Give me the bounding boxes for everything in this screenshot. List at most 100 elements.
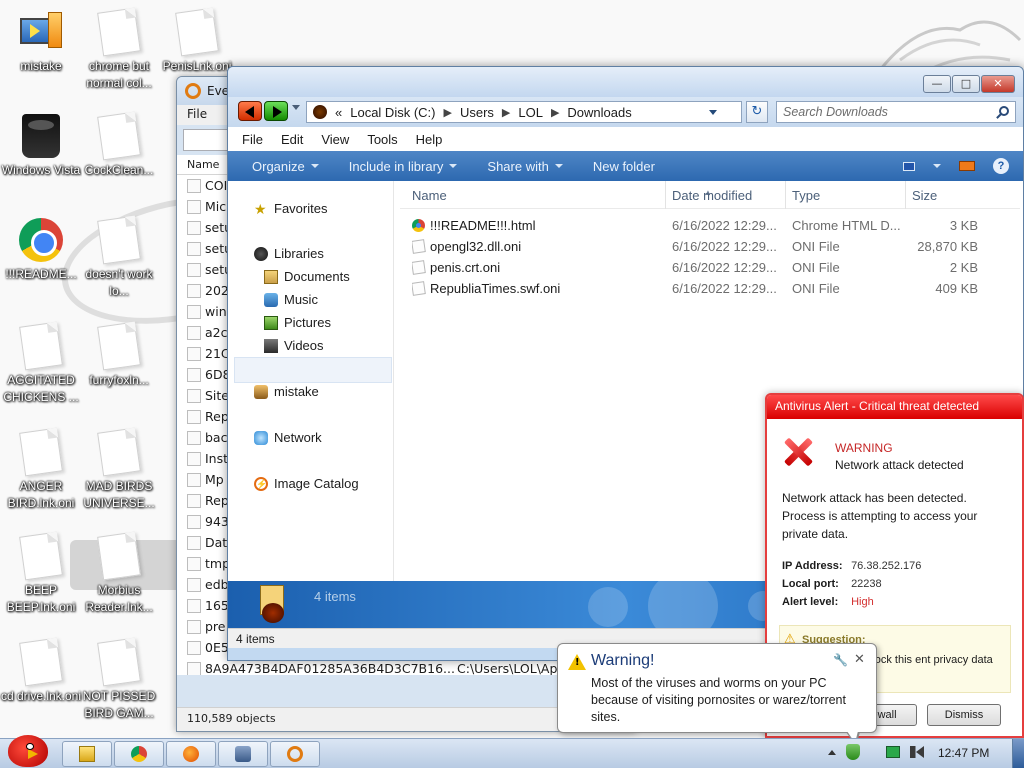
menu-help[interactable]: Help xyxy=(416,132,443,147)
file-icon xyxy=(187,619,201,634)
address-overflow[interactable]: « xyxy=(335,105,342,120)
desktop-icon-doesnt-work[interactable]: doesn't work lo... xyxy=(78,215,160,300)
dismiss-button[interactable]: Dismiss xyxy=(927,704,1001,726)
nav-item-favorites[interactable]: ★ Favorites xyxy=(254,201,327,216)
file-icon xyxy=(187,346,201,361)
file-name-cell[interactable]: !!!README!!!.html xyxy=(412,218,662,233)
include-in-library-button[interactable]: Include in library xyxy=(349,159,458,174)
close-button[interactable]: ✕ xyxy=(981,75,1015,93)
desktop-icon-morbius-reader[interactable]: Morbius Reader.lnk... xyxy=(78,531,160,616)
desktop-icon-cockclean[interactable]: CockClean... xyxy=(78,111,160,179)
desktop-icon-not-pissed-bird[interactable]: NOT PISSED BIRD GAM... xyxy=(78,637,160,722)
file-row[interactable]: opengl32.dll.oni 6/16/2022 12:29... ONI Fi… xyxy=(400,236,1020,257)
help-icon[interactable]: ? xyxy=(993,158,1009,174)
show-desktop-button[interactable] xyxy=(1012,739,1024,768)
breadcrumb-users[interactable]: Users xyxy=(460,105,494,120)
breadcrumb-local-disk[interactable]: Local Disk (C:) xyxy=(350,105,435,120)
file-size: 3 KB xyxy=(949,218,978,233)
back-button[interactable] xyxy=(238,101,262,121)
recent-pages-chevron-icon[interactable] xyxy=(292,105,300,110)
preview-pane-icon[interactable] xyxy=(959,161,975,171)
desktop-icon-penislnk[interactable]: PenisLnk.oni xyxy=(156,7,238,75)
nav-item-libraries[interactable]: Libraries xyxy=(254,246,324,261)
taskbar-clock[interactable]: 12:47 PM xyxy=(938,746,989,760)
column-header-date-modified[interactable]: Date modified xyxy=(672,188,752,203)
breadcrumb-downloads[interactable]: Downloads xyxy=(567,105,631,120)
organize-label: Organize xyxy=(252,158,305,174)
desktop-icon-label: chrome but normal col... xyxy=(86,59,152,90)
breadcrumb-arrow-icon[interactable]: ▶ xyxy=(502,106,510,119)
chevron-down-icon[interactable] xyxy=(933,164,941,168)
desktop-icon-beep-beep[interactable]: BEEP BEEP.lnk.oni xyxy=(0,531,82,616)
column-header-name[interactable]: Name xyxy=(412,188,447,203)
file-type: ONI File xyxy=(792,281,840,296)
volume-icon[interactable] xyxy=(910,746,924,758)
menu-tools[interactable]: Tools xyxy=(367,132,397,147)
explorer-titlebar[interactable]: — □ ✕ xyxy=(228,67,1023,97)
organize-button[interactable]: Organize xyxy=(252,159,319,174)
address-bar[interactable]: « Local Disk (C:) ▶ Users ▶ LOL ▶ Downlo… xyxy=(306,101,742,123)
recycle-bin-icon xyxy=(22,114,60,158)
menu-file[interactable]: File xyxy=(242,132,263,147)
file-name-cell[interactable]: opengl32.dll.oni xyxy=(412,239,662,254)
taskbar-tool-button[interactable] xyxy=(218,741,268,767)
nav-item-user-mistake[interactable]: mistake xyxy=(254,384,319,399)
desktop-icon-aggitated-chickens[interactable]: AGGITATED CHICKENS ... xyxy=(0,321,82,406)
forward-button[interactable] xyxy=(264,101,288,121)
desktop-icon-chrome-but-normal[interactable]: chrome but normal col... xyxy=(78,7,160,92)
breadcrumb-arrow-icon[interactable]: ▶ xyxy=(443,106,451,119)
search-icon[interactable] xyxy=(999,106,1009,116)
file-name-cell[interactable]: penis.crt.oni xyxy=(412,260,662,275)
nav-item-pictures[interactable]: Pictures xyxy=(264,315,331,330)
warning-balloon[interactable]: ! Warning! 🔧 ✕ Most of the viruses and w… xyxy=(557,643,877,746)
file-row[interactable]: !!!README!!!.html 6/16/2022 12:29... Chrom… xyxy=(400,215,1020,236)
everything-col-name[interactable]: Name xyxy=(187,158,219,171)
menu-view[interactable]: View xyxy=(321,132,349,147)
desktop-icon-cd-drive[interactable]: cd drive.lnk.oni xyxy=(0,637,82,705)
nav-item-documents[interactable]: Documents xyxy=(264,269,350,284)
nav-item-music[interactable]: Music xyxy=(264,292,318,307)
file-row[interactable]: RepubliaTimes.swf.oni 6/16/2022 12:29... O… xyxy=(400,278,1020,299)
network-status-icon[interactable] xyxy=(886,746,900,758)
taskbar-everything-button[interactable] xyxy=(270,741,320,767)
column-header-type[interactable]: Type xyxy=(792,188,820,203)
menu-edit[interactable]: Edit xyxy=(281,132,303,147)
file-size: 2 KB xyxy=(949,260,978,275)
navigation-pane[interactable]: ★ Favorites Libraries Documents Music Pi… xyxy=(234,181,394,581)
nav-label: mistake xyxy=(274,384,319,399)
nav-item-image-catalog[interactable]: ⚡ Image Catalog xyxy=(254,476,359,491)
taskbar-explorer-button[interactable] xyxy=(62,741,112,767)
column-header-size[interactable]: Size xyxy=(912,188,937,203)
new-folder-button[interactable]: New folder xyxy=(593,159,655,174)
show-hidden-icons-chevron-up-icon[interactable] xyxy=(828,749,836,755)
desktop-icon-mad-birds[interactable]: MAD BIRDS UNIVERSE... xyxy=(78,427,160,512)
breadcrumb-arrow-icon[interactable]: ▶ xyxy=(551,106,559,119)
search-input[interactable]: Search Downloads xyxy=(776,101,1016,123)
desktop-icon-furryfox[interactable]: furryfoxln... xyxy=(78,321,160,389)
start-button[interactable] xyxy=(2,731,54,768)
file-row[interactable]: penis.crt.oni 6/16/2022 12:29... ONI File 2… xyxy=(400,257,1020,278)
nav-item-videos[interactable]: Videos xyxy=(264,338,324,353)
change-view-icon[interactable] xyxy=(903,161,915,171)
security-shield-icon[interactable] xyxy=(846,744,860,760)
balloon-close-icon[interactable]: ✕ xyxy=(854,652,865,667)
taskbar-chrome-button[interactable] xyxy=(114,741,164,767)
file-name-cell[interactable]: RepubliaTimes.swf.oni xyxy=(412,281,662,296)
taskbar-firefox-button[interactable] xyxy=(166,741,216,767)
nav-item-network[interactable]: Network xyxy=(254,430,322,445)
settings-wrench-icon[interactable]: 🔧 xyxy=(833,653,848,667)
maximize-button[interactable]: □ xyxy=(952,75,980,93)
refresh-button[interactable]: ↻ xyxy=(746,101,768,123)
videos-icon xyxy=(264,338,278,353)
share-with-button[interactable]: Share with xyxy=(487,159,563,174)
desktop-icon-windows-vista[interactable]: Windows Vista xyxy=(0,114,82,179)
file-icon xyxy=(187,409,201,424)
everything-menu-file[interactable]: File xyxy=(187,107,207,121)
minimize-button[interactable]: — xyxy=(923,75,951,93)
desktop-icon-label: doesn't work lo... xyxy=(85,267,153,298)
desktop-icon-anger-bird[interactable]: ANGER BIRD.lnk.oni xyxy=(0,427,82,512)
desktop-icon-readme[interactable]: !!!README... xyxy=(0,218,82,283)
breadcrumb-lol[interactable]: LOL xyxy=(518,105,543,120)
desktop-icon-mistake[interactable]: mistake xyxy=(0,10,82,75)
address-dropdown-chevron-icon[interactable] xyxy=(709,110,717,115)
